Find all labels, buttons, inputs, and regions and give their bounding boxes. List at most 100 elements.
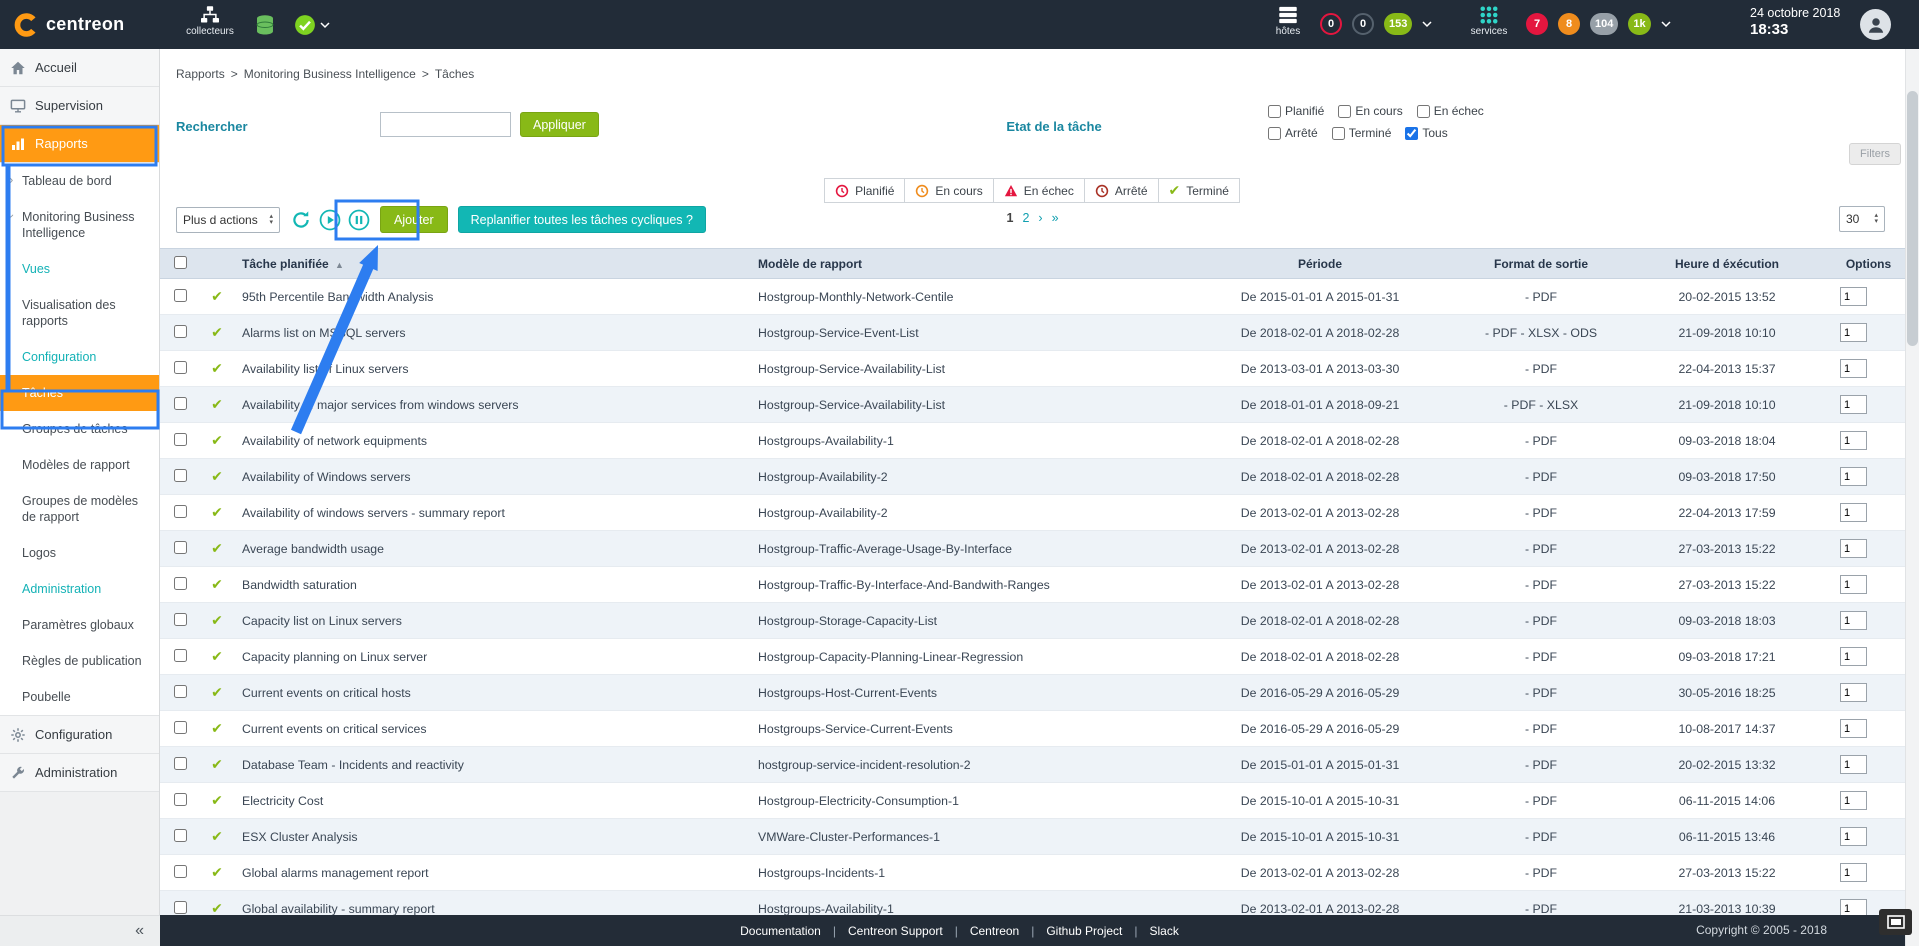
sidebar-item-rapports[interactable]: Rapports	[0, 125, 159, 163]
user-avatar[interactable]	[1860, 9, 1891, 40]
global-status[interactable]	[294, 14, 330, 36]
search-input[interactable]	[380, 112, 511, 137]
sidebar-item-poubelle[interactable]: Poubelle	[0, 679, 159, 715]
sidebar-item-logos[interactable]: Logos	[0, 535, 159, 571]
sidebar-item-modeles-de-rapport[interactable]: Modèles de rapport	[0, 447, 159, 483]
per-page-select[interactable]: 30 ▴▾	[1839, 206, 1885, 232]
table-row[interactable]: ✔ ESX Cluster Analysis VMWare-Cluster-Pe…	[160, 819, 1905, 855]
table-row[interactable]: ✔ Capacity planning on Linux server Host…	[160, 639, 1905, 675]
task-column-header[interactable]: Tâche planifiée ▲	[234, 249, 750, 279]
task-name[interactable]: Capacity list on Linux servers	[242, 614, 402, 628]
page-2[interactable]: 2	[1022, 211, 1029, 225]
format-column-header[interactable]: Format de sortie	[1460, 249, 1622, 279]
table-row[interactable]: ✔ Availability list of Linux servers Hos…	[160, 351, 1905, 387]
sidebar-item-visualisation-des-rapports[interactable]: Visualisation des rapports	[0, 287, 159, 339]
options-input[interactable]	[1840, 467, 1867, 486]
select-all-checkbox[interactable]	[174, 256, 187, 269]
breadcrumb-mbi[interactable]: Monitoring Business Intelligence	[244, 67, 416, 81]
row-checkbox[interactable]	[174, 613, 187, 626]
sidebar-item-regles-de-publication[interactable]: Règles de publication	[0, 643, 159, 679]
row-checkbox[interactable]	[174, 469, 187, 482]
database-status[interactable]	[254, 14, 276, 36]
row-checkbox[interactable]	[174, 649, 187, 662]
services-menu[interactable]: services	[1462, 5, 1516, 37]
table-row[interactable]: ✔ Alarms list on MSSQL servers Hostgroup…	[160, 315, 1905, 351]
row-checkbox[interactable]	[174, 361, 187, 374]
task-name[interactable]: Availability of major services from wind…	[242, 398, 519, 412]
chevron-down-icon[interactable]	[1661, 21, 1671, 28]
footer-link-slack[interactable]: Slack	[1150, 924, 1179, 938]
task-name[interactable]: Bandwidth saturation	[242, 578, 357, 592]
options-input[interactable]	[1840, 683, 1867, 702]
row-checkbox[interactable]	[174, 397, 187, 410]
hosts-menu[interactable]: hôtes	[1262, 5, 1314, 37]
options-input[interactable]	[1840, 323, 1867, 342]
breadcrumb-taches[interactable]: Tâches	[435, 67, 474, 81]
task-name[interactable]: Capacity planning on Linux server	[242, 650, 427, 664]
footer-link-documentation[interactable]: Documentation	[740, 924, 821, 938]
row-checkbox[interactable]	[174, 325, 187, 338]
sidebar-item-groupes-de-taches[interactable]: Groupes de tâches	[0, 411, 159, 447]
row-checkbox[interactable]	[174, 901, 187, 914]
services-warning-badge[interactable]: 8	[1558, 13, 1580, 35]
options-input[interactable]	[1840, 287, 1867, 306]
last-page[interactable]: »	[1052, 211, 1059, 225]
task-name[interactable]: Current events on critical hosts	[242, 686, 411, 700]
en-echec-checkbox[interactable]	[1417, 105, 1430, 118]
options-input[interactable]	[1840, 539, 1867, 558]
row-checkbox[interactable]	[174, 505, 187, 518]
row-checkbox[interactable]	[174, 757, 187, 770]
termine-checkbox[interactable]	[1332, 127, 1345, 140]
services-ok-badge[interactable]: 1k	[1628, 13, 1650, 35]
scrollbar-thumb[interactable]	[1907, 91, 1918, 346]
row-checkbox[interactable]	[174, 289, 187, 302]
time-column-header[interactable]: Heure d éxécution	[1622, 249, 1832, 279]
period-column-header[interactable]: Période	[1180, 249, 1460, 279]
filters-tab[interactable]: Filters	[1849, 143, 1901, 165]
task-name[interactable]: Average bandwidth usage	[242, 542, 384, 556]
sidebar-item-accueil[interactable]: Accueil	[0, 49, 159, 87]
row-checkbox[interactable]	[174, 541, 187, 554]
next-page[interactable]: ›	[1038, 211, 1042, 225]
sidebar-item-administration[interactable]: Administration	[0, 754, 159, 792]
table-row[interactable]: ✔ Availability of windows servers - summ…	[160, 495, 1905, 531]
sidebar-item-groupes-de-modeles-de-rapport[interactable]: Groupes de modèles de rapport	[0, 483, 159, 535]
table-row[interactable]: ✔ Average bandwidth usage Hostgroup-Traf…	[160, 531, 1905, 567]
task-name[interactable]: Availability of windows servers - summar…	[242, 506, 505, 520]
fullscreen-toggle[interactable]	[1879, 909, 1912, 935]
apply-button[interactable]: Appliquer	[520, 112, 599, 137]
sidebar-item-supervision[interactable]: Supervision	[0, 87, 159, 125]
task-name[interactable]: Current events on critical services	[242, 722, 427, 736]
row-checkbox[interactable]	[174, 865, 187, 878]
centreon-logo[interactable]: centreon	[0, 0, 160, 49]
row-checkbox[interactable]	[174, 577, 187, 590]
tous-checkbox[interactable]	[1405, 127, 1418, 140]
en-cours-checkbox[interactable]	[1338, 105, 1351, 118]
breadcrumb-rapports[interactable]: Rapports	[176, 67, 225, 81]
options-input[interactable]	[1840, 791, 1867, 810]
planifie-checkbox[interactable]	[1268, 105, 1281, 118]
task-name[interactable]: Availability of network equipments	[242, 434, 427, 448]
model-column-header[interactable]: Modèle de rapport	[750, 249, 1180, 279]
options-input[interactable]	[1840, 755, 1867, 774]
table-row[interactable]: ✔ Availability of Windows servers Hostgr…	[160, 459, 1905, 495]
row-checkbox[interactable]	[174, 829, 187, 842]
pollers-menu[interactable]: collecteurs	[184, 5, 236, 37]
footer-link-centreon-support[interactable]: Centreon Support	[848, 924, 943, 938]
sidebar-item-taches[interactable]: Tâches	[0, 375, 159, 411]
sidebar-item-configuration[interactable]: Configuration	[0, 716, 159, 754]
options-input[interactable]	[1840, 647, 1867, 666]
options-input[interactable]	[1840, 431, 1867, 450]
table-row[interactable]: ✔ Current events on critical hosts Hostg…	[160, 675, 1905, 711]
sidebar-item-monitoring-business-intelligence[interactable]: › Monitoring Business Intelligence	[0, 199, 159, 251]
sidebar-group-configuration[interactable]: Configuration	[0, 339, 159, 375]
row-checkbox[interactable]	[174, 685, 187, 698]
options-input[interactable]	[1840, 719, 1867, 738]
table-row[interactable]: ✔ Global availability - summary report H…	[160, 891, 1905, 916]
sidebar-group-vues[interactable]: Vues	[0, 251, 159, 287]
task-name[interactable]: 95th Percentile Bandwidth Analysis	[242, 290, 433, 304]
table-row[interactable]: ✔ Electricity Cost Hostgroup-Electricity…	[160, 783, 1905, 819]
task-name[interactable]: Availability list of Linux servers	[242, 362, 409, 376]
task-name[interactable]: Alarms list on MSSQL servers	[242, 326, 406, 340]
row-checkbox[interactable]	[174, 793, 187, 806]
